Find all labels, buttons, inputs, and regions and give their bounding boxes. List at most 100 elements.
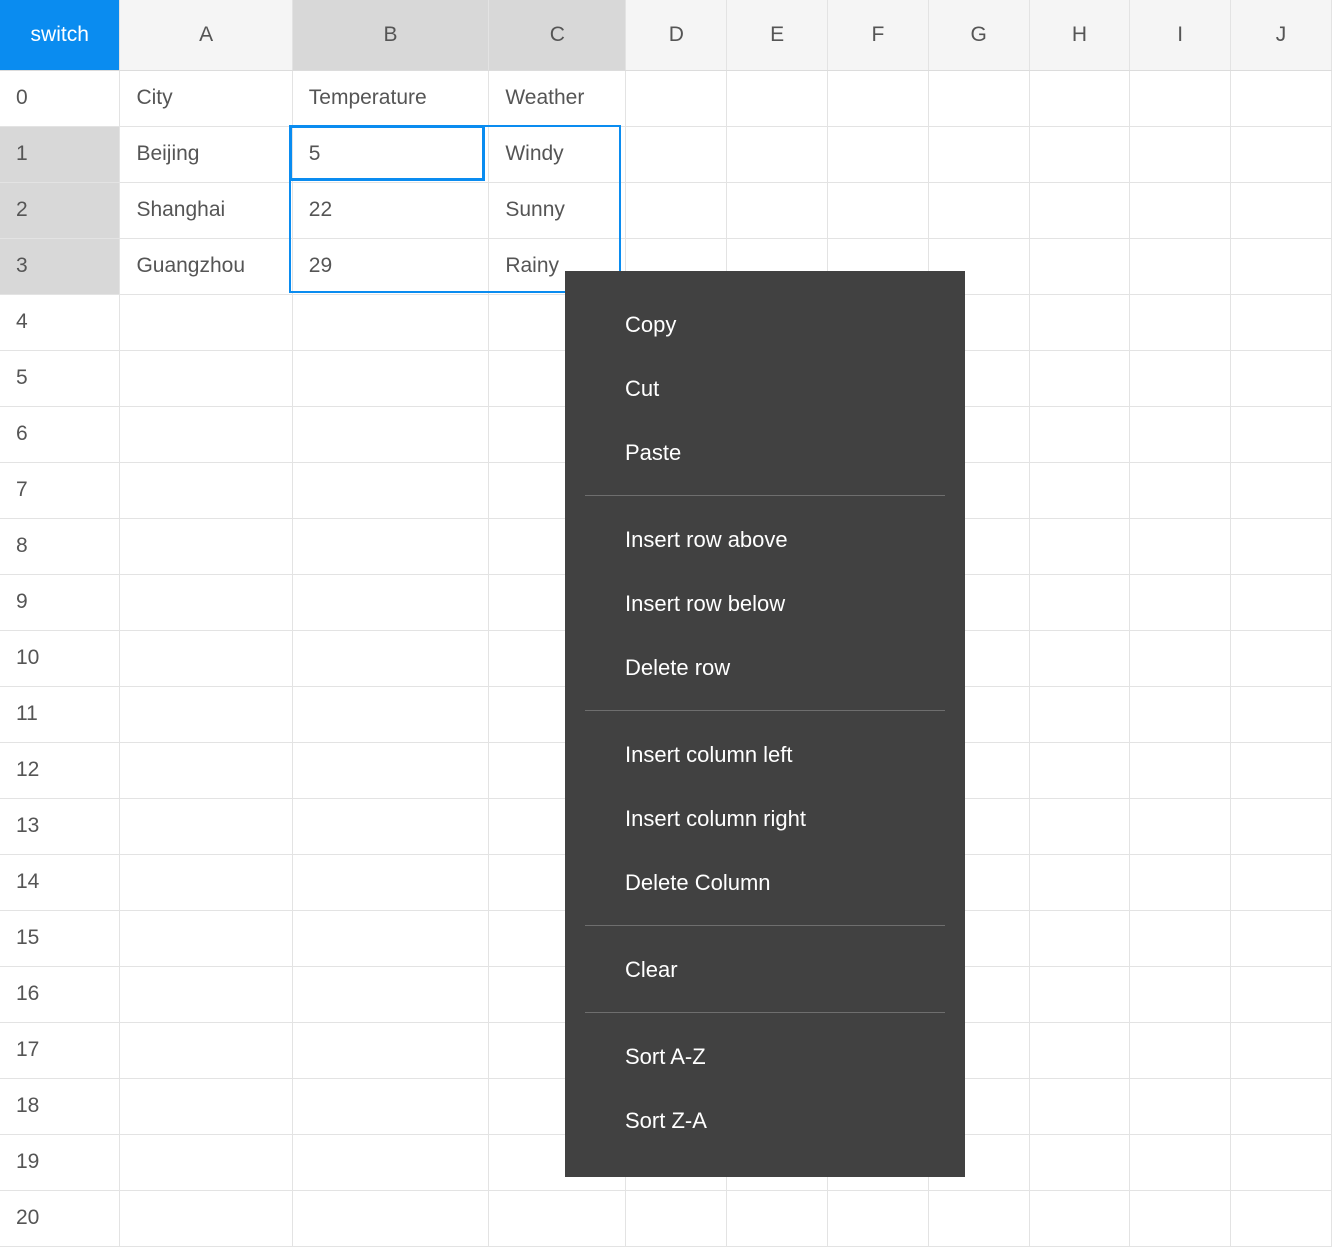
row-header-17[interactable]: 17 xyxy=(0,1022,121,1079)
cell-B12[interactable] xyxy=(292,742,490,799)
cell-B3[interactable]: 29 xyxy=(292,238,490,295)
cell-A13[interactable] xyxy=(119,798,293,855)
cell-H12[interactable] xyxy=(1029,742,1131,799)
cell-J9[interactable] xyxy=(1230,574,1332,631)
row-header-10[interactable]: 10 xyxy=(0,630,121,687)
cell-J20[interactable] xyxy=(1230,1190,1332,1247)
cell-J1[interactable] xyxy=(1230,126,1332,183)
cell-H10[interactable] xyxy=(1029,630,1131,687)
cell-J4[interactable] xyxy=(1230,294,1332,351)
row-header-14[interactable]: 14 xyxy=(0,854,121,911)
cell-B19[interactable] xyxy=(292,1134,490,1191)
cell-I19[interactable] xyxy=(1129,1134,1232,1191)
cell-H9[interactable] xyxy=(1029,574,1131,631)
cell-F0[interactable] xyxy=(827,70,929,127)
cell-H11[interactable] xyxy=(1029,686,1131,743)
cell-H14[interactable] xyxy=(1029,854,1131,911)
cell-H1[interactable] xyxy=(1029,126,1131,183)
cell-H6[interactable] xyxy=(1029,406,1131,463)
cell-A6[interactable] xyxy=(119,406,293,463)
cell-A12[interactable] xyxy=(119,742,293,799)
cell-D20[interactable] xyxy=(625,1190,728,1247)
cell-J0[interactable] xyxy=(1230,70,1332,127)
row-header-7[interactable]: 7 xyxy=(0,462,121,519)
cell-E20[interactable] xyxy=(726,1190,828,1247)
context-menu-item-sort-a-z[interactable]: Sort A-Z xyxy=(565,1025,965,1089)
cell-B10[interactable] xyxy=(292,630,490,687)
cell-H16[interactable] xyxy=(1029,966,1131,1023)
context-menu-item-insert-row-above[interactable]: Insert row above xyxy=(565,508,965,572)
context-menu-item-delete-column[interactable]: Delete Column xyxy=(565,851,965,915)
context-menu-item-clear[interactable]: Clear xyxy=(565,938,965,1002)
cell-I16[interactable] xyxy=(1129,966,1232,1023)
context-menu-item-delete-row[interactable]: Delete row xyxy=(565,636,965,700)
cell-A10[interactable] xyxy=(119,630,293,687)
cell-B15[interactable] xyxy=(292,910,490,967)
cell-I15[interactable] xyxy=(1129,910,1232,967)
cell-J2[interactable] xyxy=(1230,182,1332,239)
cell-B13[interactable] xyxy=(292,798,490,855)
cell-A5[interactable] xyxy=(119,350,293,407)
context-menu-item-copy[interactable]: Copy xyxy=(565,293,965,357)
cell-E1[interactable] xyxy=(726,126,828,183)
row-header-0[interactable]: 0 xyxy=(0,70,121,127)
cell-A18[interactable] xyxy=(119,1078,293,1135)
cell-H20[interactable] xyxy=(1029,1190,1131,1247)
cell-A16[interactable] xyxy=(119,966,293,1023)
cell-I0[interactable] xyxy=(1129,70,1232,127)
column-header-d[interactable]: D xyxy=(625,0,728,71)
cell-J19[interactable] xyxy=(1230,1134,1332,1191)
cell-J5[interactable] xyxy=(1230,350,1332,407)
cell-H19[interactable] xyxy=(1029,1134,1131,1191)
cell-B20[interactable] xyxy=(292,1190,490,1247)
switch-button[interactable]: switch xyxy=(0,0,121,71)
cell-A15[interactable] xyxy=(119,910,293,967)
cell-H8[interactable] xyxy=(1029,518,1131,575)
column-header-g[interactable]: G xyxy=(928,0,1030,71)
cell-B0[interactable]: Temperature xyxy=(292,70,490,127)
column-header-j[interactable]: J xyxy=(1230,0,1332,71)
cell-I5[interactable] xyxy=(1129,350,1232,407)
cell-B18[interactable] xyxy=(292,1078,490,1135)
cell-G0[interactable] xyxy=(928,70,1030,127)
column-header-c[interactable]: C xyxy=(488,0,627,71)
cell-J10[interactable] xyxy=(1230,630,1332,687)
context-menu-item-insert-column-right[interactable]: Insert column right xyxy=(565,787,965,851)
cell-B17[interactable] xyxy=(292,1022,490,1079)
cell-H15[interactable] xyxy=(1029,910,1131,967)
cell-H0[interactable] xyxy=(1029,70,1131,127)
row-header-5[interactable]: 5 xyxy=(0,350,121,407)
column-header-a[interactable]: A xyxy=(119,0,293,71)
cell-G20[interactable] xyxy=(928,1190,1030,1247)
context-menu-item-cut[interactable]: Cut xyxy=(565,357,965,421)
cell-F2[interactable] xyxy=(827,182,929,239)
cell-J11[interactable] xyxy=(1230,686,1332,743)
context-menu-item-sort-z-a[interactable]: Sort Z-A xyxy=(565,1089,965,1153)
cell-B5[interactable] xyxy=(292,350,490,407)
row-header-1[interactable]: 1 xyxy=(0,126,121,183)
cell-I4[interactable] xyxy=(1129,294,1232,351)
row-header-18[interactable]: 18 xyxy=(0,1078,121,1135)
cell-B6[interactable] xyxy=(292,406,490,463)
row-header-20[interactable]: 20 xyxy=(0,1190,121,1247)
cell-J3[interactable] xyxy=(1230,238,1332,295)
row-header-8[interactable]: 8 xyxy=(0,518,121,575)
column-header-b[interactable]: B xyxy=(292,0,490,71)
cell-J14[interactable] xyxy=(1230,854,1332,911)
cell-A1[interactable]: Beijing xyxy=(119,126,293,183)
cell-J7[interactable] xyxy=(1230,462,1332,519)
cell-C1[interactable]: Windy xyxy=(488,126,627,183)
cell-I12[interactable] xyxy=(1129,742,1232,799)
column-header-i[interactable]: I xyxy=(1129,0,1232,71)
row-header-9[interactable]: 9 xyxy=(0,574,121,631)
cell-I6[interactable] xyxy=(1129,406,1232,463)
cell-D0[interactable] xyxy=(625,70,728,127)
column-header-e[interactable]: E xyxy=(726,0,828,71)
row-header-2[interactable]: 2 xyxy=(0,182,121,239)
cell-A20[interactable] xyxy=(119,1190,293,1247)
cell-I7[interactable] xyxy=(1129,462,1232,519)
cell-I18[interactable] xyxy=(1129,1078,1232,1135)
cell-H4[interactable] xyxy=(1029,294,1131,351)
cell-B1[interactable]: 5 xyxy=(292,126,490,183)
row-header-3[interactable]: 3 xyxy=(0,238,121,295)
